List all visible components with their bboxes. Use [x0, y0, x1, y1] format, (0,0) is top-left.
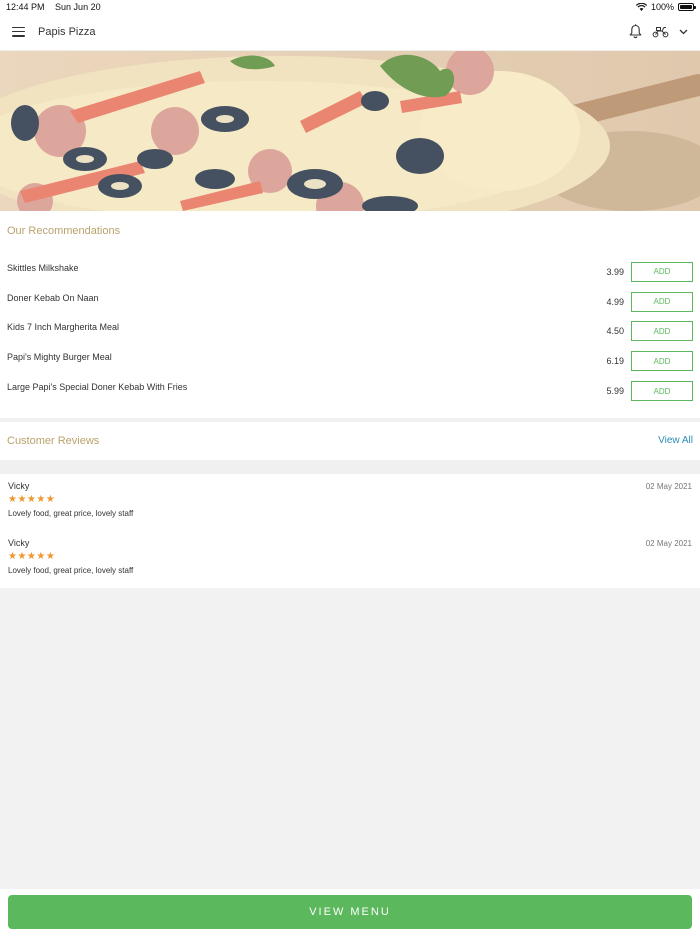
- status-date: Sun Jun 20: [55, 1, 101, 12]
- recommendation-item: Papi's Mighty Burger Meal 6.19 ADD: [7, 346, 693, 376]
- item-price: 4.99: [606, 296, 624, 307]
- recommendations-title: Our Recommendations: [7, 225, 121, 237]
- reviews-header: Customer Reviews View All: [0, 421, 700, 460]
- item-price: 4.50: [606, 326, 624, 337]
- star-rating: ★★★★★: [8, 550, 56, 562]
- reviews-title: Customer Reviews: [7, 434, 100, 447]
- item-name: Skittles Milkshake: [7, 262, 79, 273]
- review-text: Lovely food, great price, lovely staff: [8, 565, 134, 575]
- add-button[interactable]: ADD: [631, 351, 693, 372]
- add-button[interactable]: ADD: [631, 291, 693, 312]
- section-divider: [0, 459, 700, 474]
- app-header: Papis Pizza: [0, 13, 700, 51]
- item-name: Doner Kebab On Naan: [7, 292, 99, 303]
- scooter-icon[interactable]: [652, 25, 669, 38]
- header-actions: [629, 24, 688, 39]
- item-name: Large Papi's Special Doner Kebab With Fr…: [7, 382, 188, 393]
- battery-icon: [678, 2, 696, 11]
- review-text: Lovely food, great price, lovely staff: [8, 508, 134, 518]
- view-all-link[interactable]: View All: [658, 435, 693, 446]
- recommendation-list: Skittles Milkshake 3.99 ADD Doner Kebab …: [7, 257, 693, 406]
- review-item: Vicky 02 May 2021 ★★★★★ Lovely food, gre…: [8, 474, 692, 531]
- pizza-photo: [0, 51, 700, 211]
- review-author: Vicky: [8, 480, 30, 491]
- review-date: 02 May 2021: [645, 481, 692, 491]
- status-right: 100%: [635, 1, 696, 12]
- review-item: Vicky 02 May 2021 ★★★★★ Lovely food, gre…: [8, 531, 692, 588]
- item-price: 3.99: [606, 266, 624, 277]
- battery-percent: 100%: [650, 1, 674, 12]
- status-left: 12:44 PM Sun Jun 20: [6, 2, 109, 12]
- item-name: Kids 7 Inch Margherita Meal: [7, 322, 120, 333]
- recommendation-item: Kids 7 Inch Margherita Meal 4.50 ADD: [7, 317, 693, 347]
- review-date: 02 May 2021: [645, 538, 692, 548]
- add-button[interactable]: ADD: [631, 261, 693, 282]
- page-title: Papis Pizza: [38, 25, 96, 38]
- review-author: Vicky: [8, 537, 30, 548]
- view-menu-button[interactable]: VIEW MENU: [8, 895, 692, 929]
- star-rating: ★★★★★: [8, 493, 56, 505]
- wifi-icon: [635, 2, 647, 11]
- review-list: Vicky 02 May 2021 ★★★★★ Lovely food, gre…: [0, 473, 700, 588]
- item-name: Papi's Mighty Burger Meal: [7, 352, 112, 363]
- menu-icon[interactable]: [12, 26, 25, 37]
- recommendation-item: Doner Kebab On Naan 4.99 ADD: [7, 287, 693, 317]
- bottom-bar: VIEW MENU: [0, 889, 700, 934]
- recommendation-item: Skittles Milkshake 3.99 ADD: [7, 257, 693, 287]
- banner-image: [0, 51, 700, 211]
- status-bar: 12:44 PM Sun Jun 20 100%: [0, 0, 700, 13]
- item-price: 6.19: [606, 356, 624, 367]
- recommendations-section: Our Recommendations Skittles Milkshake 3…: [0, 211, 700, 418]
- status-time: 12:44 PM: [6, 1, 45, 12]
- chevron-down-icon[interactable]: [679, 29, 688, 35]
- bell-icon[interactable]: [629, 24, 642, 39]
- add-button[interactable]: ADD: [631, 381, 693, 402]
- item-price: 5.99: [606, 386, 624, 397]
- add-button[interactable]: ADD: [631, 321, 693, 342]
- recommendation-item: Large Papi's Special Doner Kebab With Fr…: [7, 376, 693, 406]
